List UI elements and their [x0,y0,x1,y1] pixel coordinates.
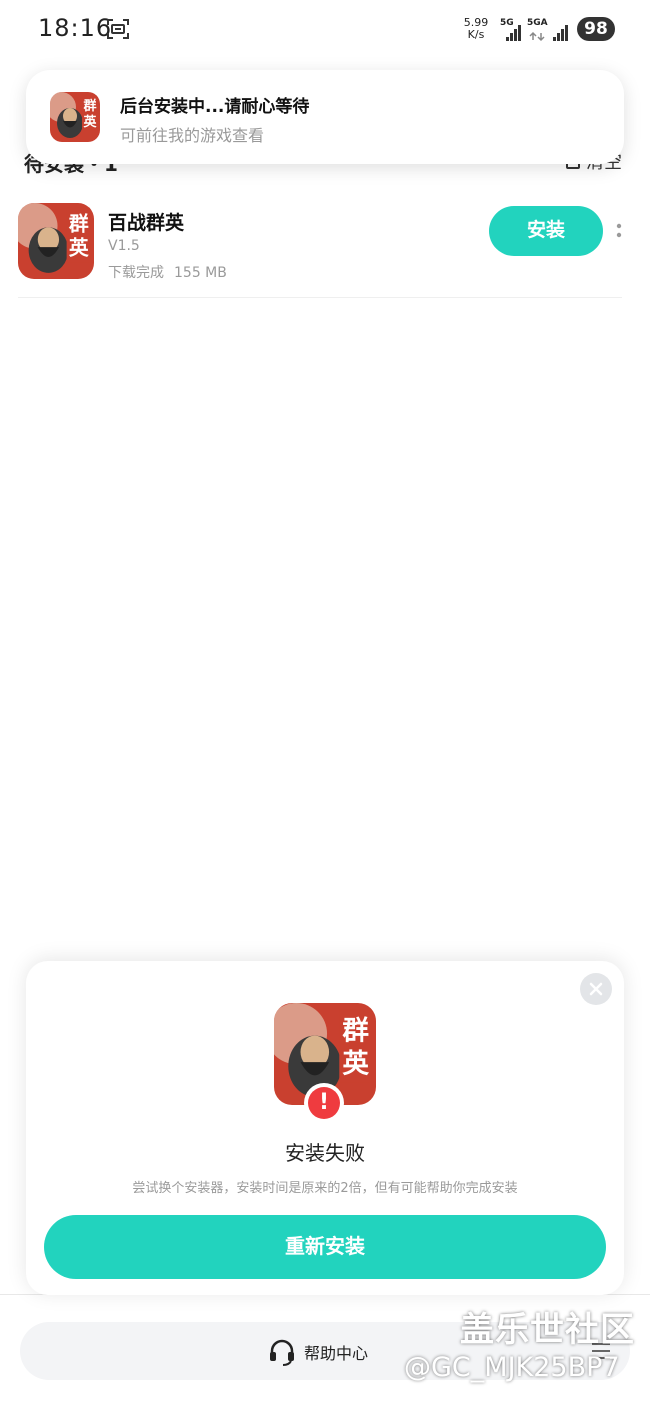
watermark-username: @GC_MJK25BP7 [404,1352,620,1383]
screen-record-icon [107,19,129,39]
close-icon [589,982,603,996]
watermark-community: 盖乐世社区 [460,1310,635,1350]
status-time: 18:16 [38,14,113,42]
help-center-label: 帮助中心 [304,1344,369,1363]
headset-icon [270,1339,294,1366]
svg-text:群: 群 [83,98,96,114]
download-status: 下载完成 155 MB [108,262,227,282]
game-list-item[interactable]: 群 英 百战群英 V1.5 下载完成 155 MB 安装 [18,202,622,298]
game-app-icon: 群 英 [50,92,100,142]
error-badge: ! [304,1083,344,1123]
net-speed: 5.99 K/s [462,17,490,41]
net-speed-unit: K/s [467,28,485,41]
battery-indicator: 98 [577,17,615,41]
svg-text:群: 群 [341,1016,369,1047]
install-button[interactable]: 安装 [489,206,603,256]
game-name: 百战群英 [108,212,185,234]
install-toast[interactable]: 群 英 后台安装中...请耐心等待 可前往我的游戏查看 [26,70,624,164]
svg-text:群: 群 [68,212,89,235]
svg-text:英: 英 [69,237,89,260]
install-failed-dialog: 群 英 ! 安装失败 尝试换个安装器，安装时间是原来的2倍，但有可能帮助你完成安… [26,961,624,1295]
download-status-label: 下载完成 [108,265,164,281]
close-button[interactable] [580,973,612,1005]
svg-text:英: 英 [82,114,97,130]
data-arrows-icon [529,31,545,42]
signal-5g: 5G [500,18,524,42]
game-version: V1.5 [108,238,140,254]
help-center-button[interactable]: 帮助中心 [268,1338,368,1366]
reinstall-button[interactable]: 重新安装 [44,1215,606,1279]
svg-text:英: 英 [342,1048,369,1079]
toast-title: 后台安装中...请耐心等待 [120,97,310,117]
signal-bars-2-icon [553,25,568,41]
signal-bars-icon [506,25,521,41]
file-size: 155 MB [174,265,227,281]
game-app-icon: 群 英 [18,203,94,279]
alert-icon: ! [308,1087,340,1119]
signal-5ga: 5GA [527,18,549,42]
dialog-title: 安装失败 [285,1141,365,1165]
more-options-icon[interactable] [615,222,623,240]
dialog-description: 尝试换个安装器，安装时间是原来的2倍，但有可能帮助你完成安装 [132,1181,518,1196]
toast-subtitle[interactable]: 可前往我的游戏查看 [120,122,264,146]
status-bar: 18:16 5.99 K/s 5G 5GA 98 [0,0,650,60]
